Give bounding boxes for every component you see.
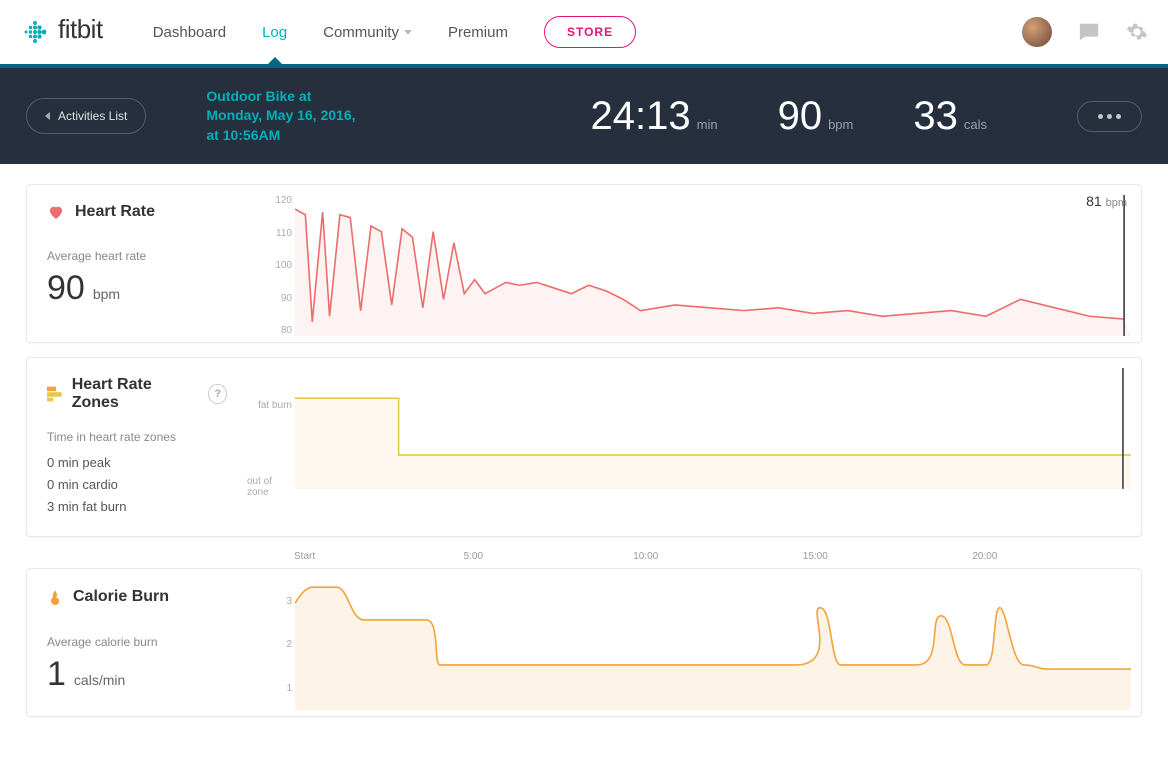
top-right-controls: [1022, 17, 1148, 47]
content: Heart Rate Average heart rate 90bpm 81 b…: [0, 164, 1168, 751]
zones-icon: [47, 386, 62, 402]
stat-duration: 24:13min: [591, 94, 718, 139]
top-nav: fitbit Dashboard Log Community Premium S…: [0, 0, 1168, 68]
zones-chart[interactable]: fat burn out of zone: [247, 358, 1141, 536]
summary-stats: 24:13min 90bpm 33cals: [591, 94, 1142, 139]
activities-list-button[interactable]: Activities List: [26, 98, 146, 134]
help-icon[interactable]: ?: [208, 384, 227, 404]
heart-rate-chart[interactable]: 81 bpm 1201101009080: [247, 185, 1141, 342]
stat-bpm: 90bpm: [778, 94, 854, 139]
gear-icon[interactable]: [1126, 21, 1148, 43]
hr-yaxis: 1201101009080: [247, 195, 292, 336]
nav-community[interactable]: Community: [323, 24, 412, 41]
zones-yaxis: fat burn out of zone: [247, 368, 292, 530]
heart-rate-summary: Heart Rate Average heart rate 90bpm: [27, 185, 247, 342]
fitbit-dots-icon: [20, 17, 50, 47]
messages-icon[interactable]: [1078, 21, 1100, 43]
brand-text: fitbit: [58, 14, 103, 50]
nav-premium[interactable]: Premium: [448, 24, 508, 41]
calorie-chart[interactable]: 321: [247, 569, 1141, 716]
activity-header: Activities List Outdoor Bike at Monday, …: [0, 68, 1168, 164]
store-button[interactable]: STORE: [544, 16, 636, 48]
heart-icon: [47, 203, 65, 221]
nav-dashboard[interactable]: Dashboard: [153, 24, 226, 41]
nav-links: Dashboard Log Community Premium STORE: [153, 16, 1022, 48]
zones-card: Heart Rate Zones ? Time in heart rate zo…: [26, 357, 1142, 537]
heart-rate-card: Heart Rate Average heart rate 90bpm 81 b…: [26, 184, 1142, 343]
more-button[interactable]: [1077, 101, 1142, 132]
chevron-left-icon: [45, 112, 50, 120]
logo[interactable]: fitbit: [20, 14, 103, 50]
time-axis: Start5:0010:0015:0020:00: [294, 551, 1142, 562]
zones-summary: Heart Rate Zones ? Time in heart rate zo…: [27, 358, 247, 536]
calorie-card: Calorie Burn Average calorie burn 1cals/…: [26, 568, 1142, 717]
avatar[interactable]: [1022, 17, 1052, 47]
chevron-down-icon: [404, 30, 412, 35]
nav-log[interactable]: Log: [262, 24, 287, 41]
calorie-summary: Calorie Burn Average calorie burn 1cals/…: [27, 569, 247, 716]
fire-icon: [47, 587, 63, 607]
cursor-readout: 81 bpm: [1086, 193, 1127, 209]
zone-breakdown: 0 min peak 0 min cardio 3 min fat burn: [47, 452, 227, 518]
cal-yaxis: 321: [247, 579, 292, 710]
stat-cals: 33cals: [913, 94, 987, 139]
activity-title: Outdoor Bike at Monday, May 16, 2016, at…: [206, 87, 355, 146]
